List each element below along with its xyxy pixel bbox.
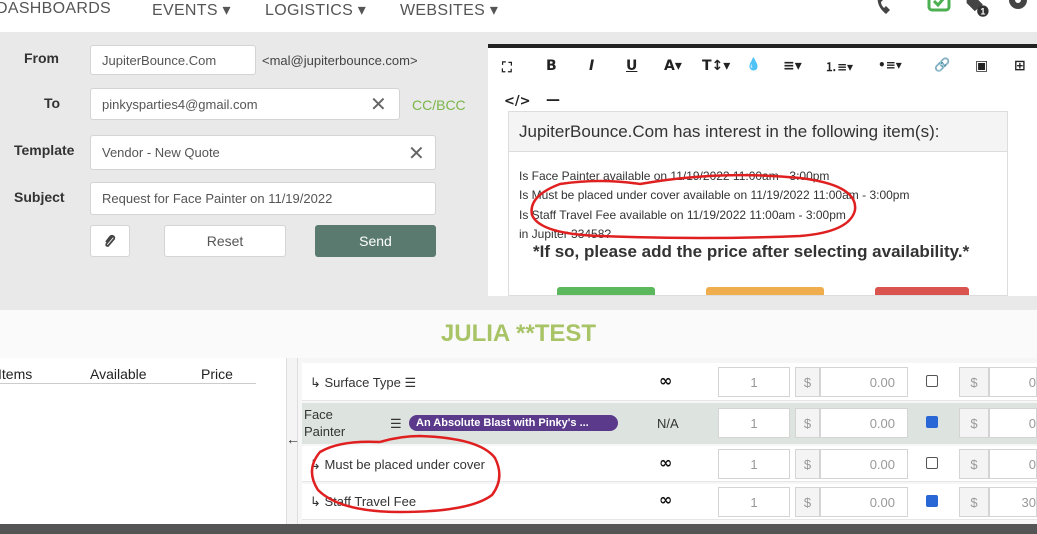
annotation-circle-editor [530, 173, 857, 240]
annotation-circle-rows [310, 434, 501, 514]
red-annotation-overlay [310, 173, 857, 514]
